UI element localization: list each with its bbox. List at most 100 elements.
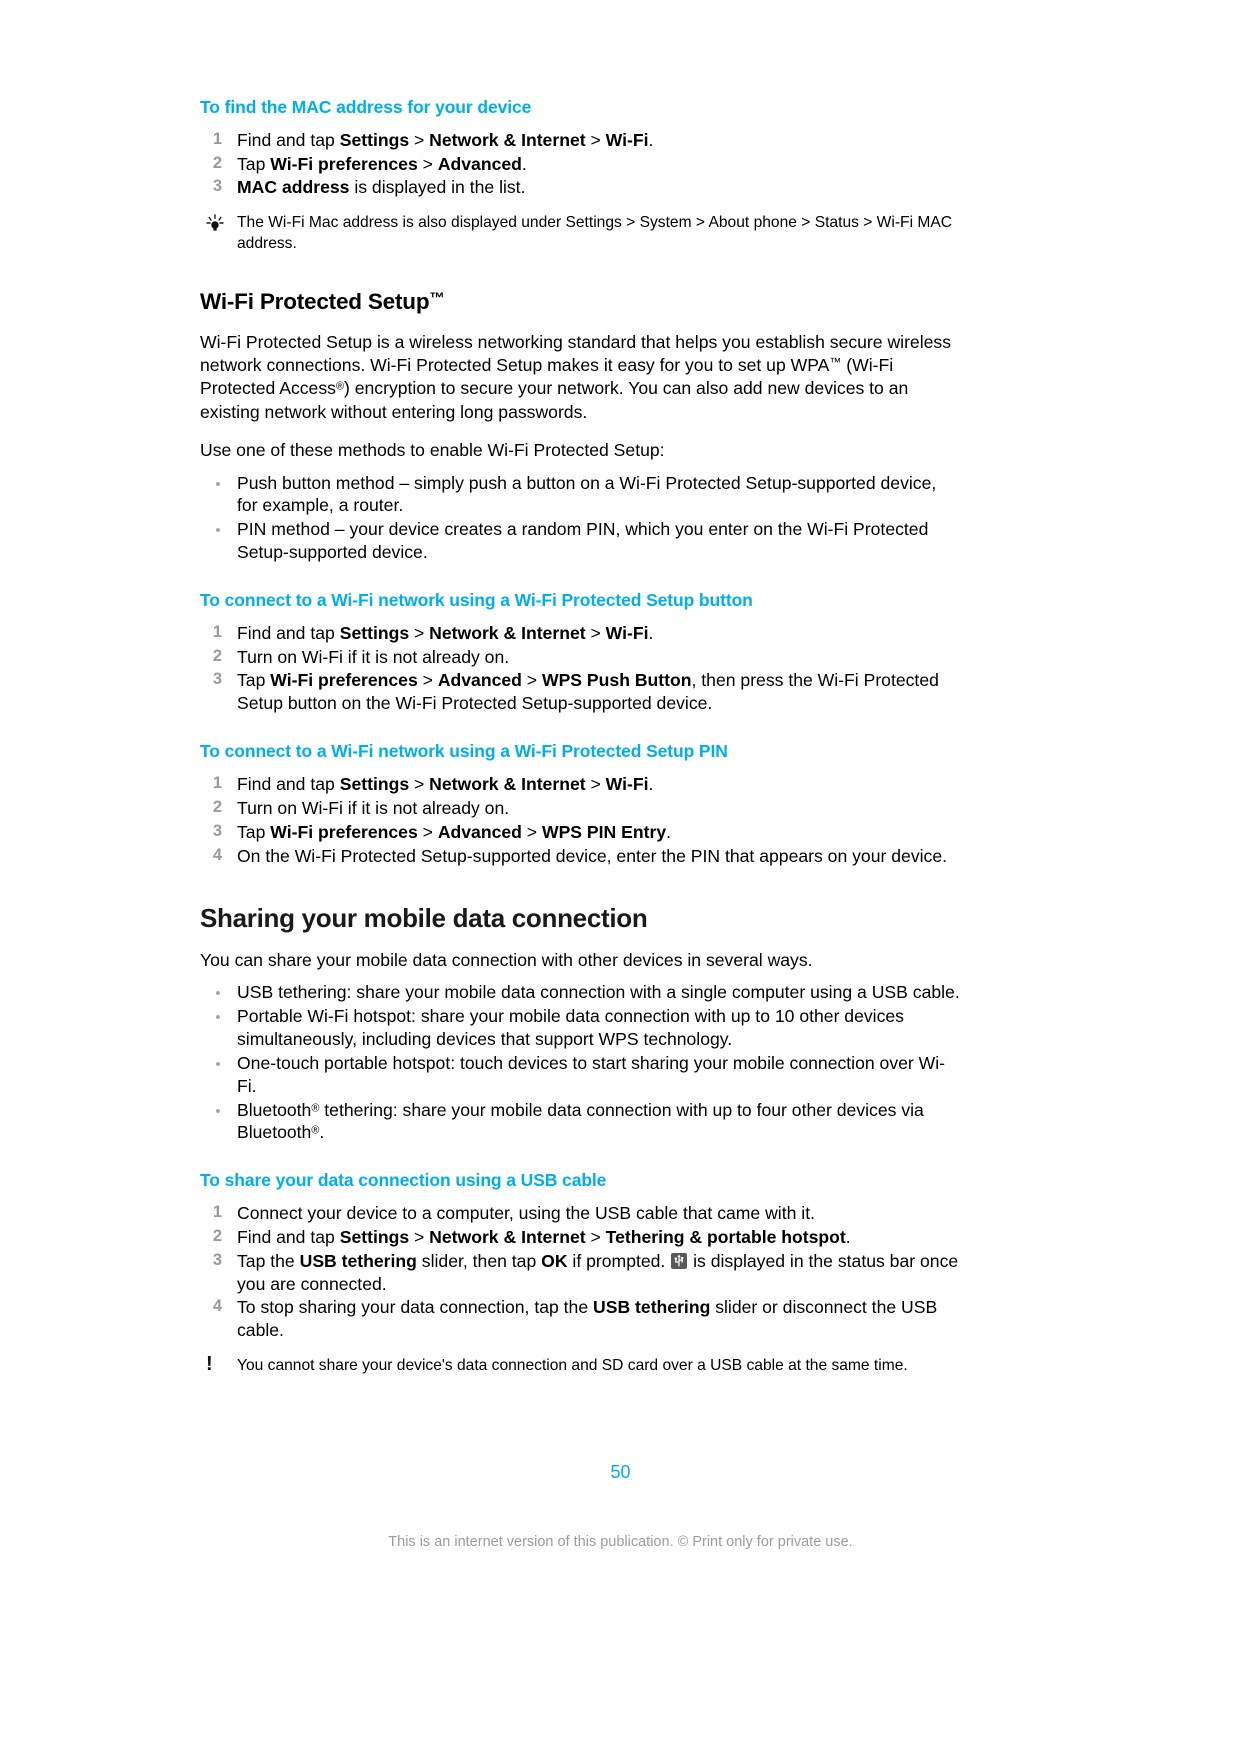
ui-term: USB tethering [299,1250,417,1271]
step-item: Connect your device to a computer, using… [200,1202,960,1225]
ui-term: Wi-Fi [605,773,649,794]
warning-callout-usb-share: ! You cannot share your device's data co… [200,1353,960,1377]
ui-term: Advanced [437,153,522,174]
step-item: Find and tap Settings > Network & Intern… [200,129,960,152]
list-item: Portable Wi-Fi hotspot: share your mobil… [200,1005,960,1051]
page-content: To find the MAC address for your device … [200,96,960,1377]
step-text: Turn on Wi-Fi if it is not already on. [237,797,510,818]
footer-copyright-note: This is an internet version of this publ… [388,1534,853,1550]
document-page: To find the MAC address for your device … [0,0,1241,1754]
ui-term: Network & Internet [429,773,586,794]
step-text-tail: . [648,622,654,643]
separator: > [417,153,438,174]
step-text-tail: . [666,821,672,842]
heading-text: Wi-Fi Protected Setup [200,289,430,315]
steps-wps-button: Find and tap Settings > Network & Intern… [200,622,960,715]
ui-term: Settings [339,1226,410,1247]
step-item: To stop sharing your data connection, ta… [200,1296,960,1342]
warning-text: You cannot share your device's data conn… [237,1357,908,1375]
ui-term: Tethering & portable hotspot [605,1226,846,1247]
step-item: Turn on Wi-Fi if it is not already on. [200,797,960,820]
ui-term: Network & Internet [429,129,586,150]
step-text-tail: . [845,1226,851,1247]
step-text-tail: . [521,153,527,174]
step-text: Tap [237,821,271,842]
text-part: . [319,1122,325,1143]
step-item: Find and tap Settings > Network & Intern… [200,622,960,645]
step-text: Tap [237,670,271,691]
separator: > [409,622,430,643]
step-text: Find and tap [237,129,340,150]
ui-term: Settings [339,622,410,643]
separator: > [417,821,438,842]
heading-wps-pin-procedure: To connect to a Wi-Fi network using a Wi… [200,741,728,762]
list-item: PIN method – your device creates a rando… [200,518,960,564]
steps-usb-share: Connect your device to a computer, using… [200,1202,960,1342]
heading-usb-share-procedure: To share your data connection using a US… [200,1170,607,1191]
steps-find-mac-address: Find and tap Settings > Network & Intern… [200,129,960,200]
separator: > [585,129,606,150]
separator: > [417,670,438,691]
step-text: Tap the [237,1250,300,1271]
step-text: To stop sharing your data connection, ta… [237,1297,594,1318]
heading-sharing-mobile-data: Sharing your mobile data connection [200,903,648,934]
separator: > [409,773,430,794]
step-item: Find and tap Settings > Network & Intern… [200,1226,960,1249]
step-item: Tap Wi-Fi preferences > Advanced. [200,153,960,176]
ui-term: Settings [339,773,410,794]
ui-term: Wi-Fi preferences [270,670,418,691]
text-part: if prompted. [567,1250,671,1271]
text-part: slider, then tap [416,1250,542,1271]
ui-term: Network & Internet [429,622,586,643]
step-text: On the Wi-Fi Protected Setup-supported d… [237,845,947,866]
separator: > [585,1226,606,1247]
separator: > [409,1226,430,1247]
separator: > [585,773,606,794]
step-text: Tap [237,153,271,174]
ui-term: USB tethering [593,1297,711,1318]
separator: > [521,821,542,842]
ui-term: MAC address [237,177,350,198]
text-part: Bluetooth [237,1099,312,1120]
lightbulb-icon [204,214,230,234]
step-item: Tap Wi-Fi preferences > Advanced > WPS P… [200,669,960,715]
separator: > [521,670,542,691]
separator: > [409,129,430,150]
ui-term: WPS PIN Entry [541,821,667,842]
list-item: USB tethering: share your mobile data co… [200,981,960,1004]
step-item: MAC address is displayed in the list. [200,176,960,199]
list-sharing-methods: USB tethering: share your mobile data co… [200,981,960,1144]
step-text: Turn on Wi-Fi if it is not already on. [237,646,510,667]
ui-term: Network & Internet [429,1226,586,1247]
ui-term: Settings [339,129,410,150]
step-text-tail: is displayed in the list. [349,177,526,198]
separator: > [585,622,606,643]
exclamation-icon: ! [206,1353,213,1376]
page-number: 50 [610,1462,631,1482]
usb-tethering-status-icon [671,1252,688,1269]
tip-text: The Wi-Fi Mac address is also displayed … [237,214,953,252]
step-text-tail: . [648,129,654,150]
list-item: One-touch portable hotspot: touch device… [200,1052,960,1098]
trademark-symbol: ™ [829,355,842,370]
text-part: tethering: share your mobile data connec… [237,1099,924,1143]
paragraph-wps-intro: Wi-Fi Protected Setup is a wireless netw… [200,331,960,425]
paragraph-sharing-intro: You can share your mobile data connectio… [200,949,813,970]
ui-term: Wi-Fi [605,622,649,643]
step-item: Tap Wi-Fi preferences > Advanced > WPS P… [200,821,960,844]
registered-symbol: ® [335,380,344,393]
list-item: Push button method – simply push a butto… [200,472,960,518]
steps-wps-pin: Find and tap Settings > Network & Intern… [200,773,960,867]
ui-term: OK [541,1250,568,1271]
heading-wifi-protected-setup: Wi-Fi Protected Setup™ [200,288,960,316]
step-item: On the Wi-Fi Protected Setup-supported d… [200,845,960,868]
step-text: Find and tap [237,622,340,643]
list-wps-methods: Push button method – simply push a butto… [200,472,960,564]
list-item: Bluetooth® tethering: share your mobile … [200,1099,960,1145]
ui-term: Advanced [437,821,522,842]
step-item: Tap the USB tethering slider, then tap O… [200,1250,960,1296]
paragraph-wps-methods-lead: Use one of these methods to enable Wi-Fi… [200,440,665,461]
step-text: Find and tap [237,773,340,794]
step-text-tail: . [648,773,654,794]
step-item: Turn on Wi-Fi if it is not already on. [200,646,960,669]
